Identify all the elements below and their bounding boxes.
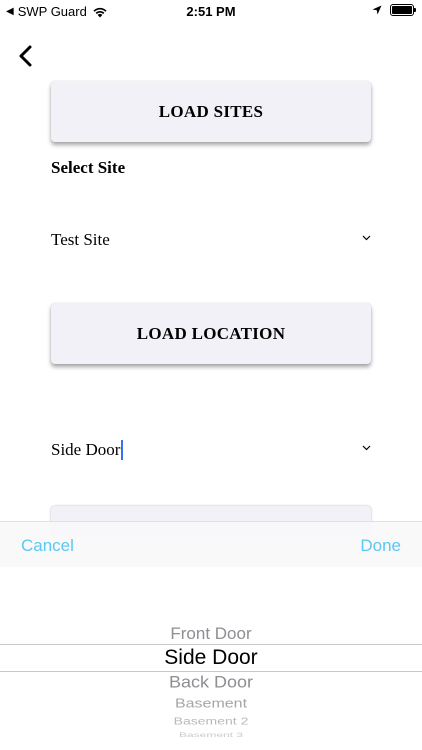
text-cursor <box>121 440 124 460</box>
site-select-value: Test Site <box>51 230 110 249</box>
select-site-label: Select Site <box>51 158 126 177</box>
picker-option[interactable]: Basement <box>0 697 422 712</box>
site-select[interactable]: Test Site <box>51 227 373 253</box>
chevron-down-icon <box>362 445 371 451</box>
chevron-down-icon <box>362 235 371 241</box>
location-select-value: Side Door <box>51 440 121 459</box>
picker-option[interactable]: Front Door <box>0 624 422 644</box>
done-button[interactable]: Done <box>360 536 401 556</box>
picker-option[interactable]: Basement 2 <box>0 715 422 726</box>
load-sites-button[interactable]: LOAD SITES <box>51 81 371 142</box>
picker-option[interactable]: Back Door <box>0 673 422 692</box>
location-select[interactable]: Side Door <box>51 437 373 463</box>
picker-wheel[interactable]: Front Door Side Door Back Door Basement … <box>0 567 422 750</box>
cancel-button[interactable]: Cancel <box>21 536 74 556</box>
status-bar: ◀ SWP Guard 2:51 PM <box>0 0 422 22</box>
status-right <box>372 4 416 16</box>
battery-icon <box>390 4 416 16</box>
location-arrow-icon <box>372 5 382 15</box>
picker-selection-line-top <box>0 644 422 645</box>
picker-option[interactable]: Basement 3 <box>0 732 422 739</box>
chevron-left-icon[interactable] <box>14 42 40 70</box>
load-location-button[interactable]: LOAD LOCATION <box>51 303 371 364</box>
status-time: 2:51 PM <box>186 4 236 19</box>
picker-option-selected[interactable]: Side Door <box>0 646 422 670</box>
picker-toolbar: Cancel Done <box>0 521 422 567</box>
